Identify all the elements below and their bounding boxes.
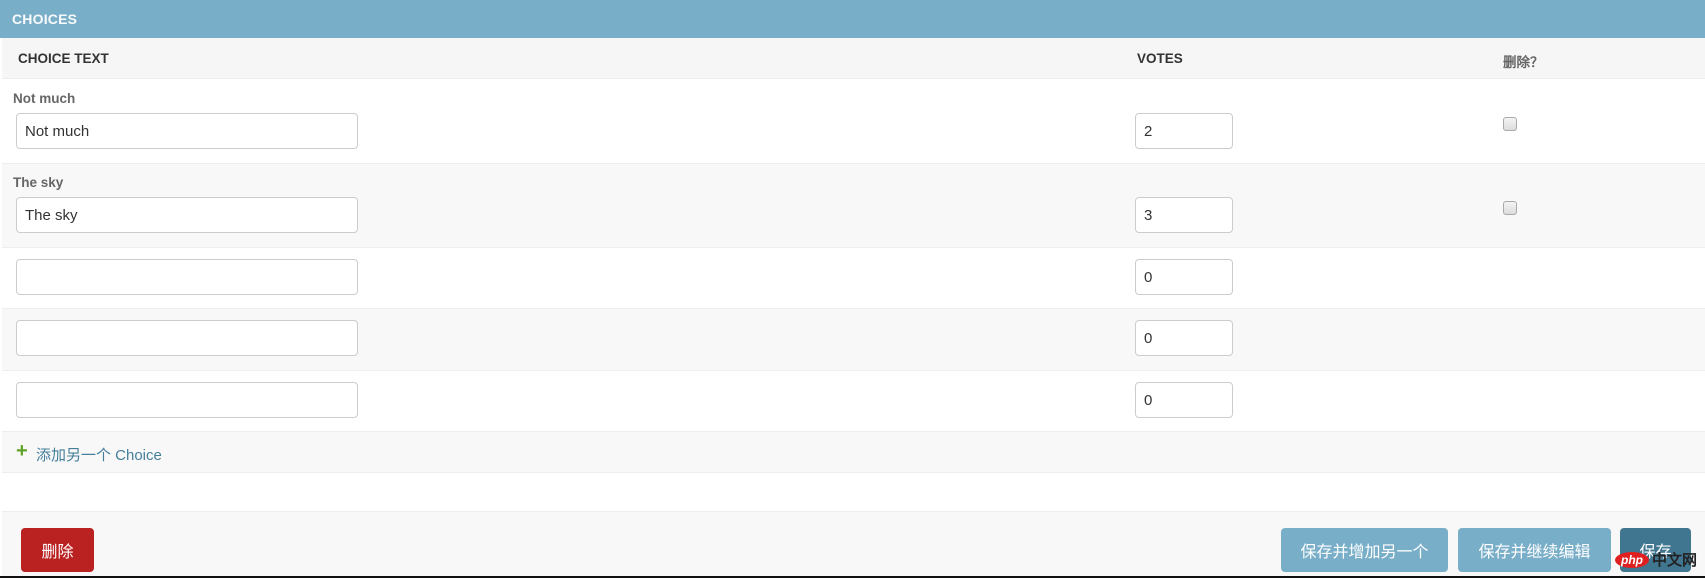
submit-row: 删除 保存并增加另一个 保存并继续编辑 保存 <box>2 511 1705 578</box>
column-header-delete: 删除？ <box>1503 55 1544 70</box>
choice-text-input[interactable] <box>16 113 358 149</box>
table-row <box>2 309 1705 371</box>
column-header-votes: VOTES <box>1137 51 1183 66</box>
watermark-logo: php 中文网 <box>1615 549 1697 570</box>
choice-text-input[interactable] <box>16 197 358 233</box>
column-header-choice-text: CHOICE TEXT <box>18 51 109 66</box>
choice-text-input[interactable] <box>16 259 358 295</box>
table-row <box>2 371 1705 432</box>
votes-input[interactable] <box>1135 320 1233 356</box>
row-label: Not much <box>13 91 76 106</box>
row-label: The sky <box>13 175 64 190</box>
table-row: The sky <box>2 164 1705 248</box>
table-row <box>2 248 1705 309</box>
votes-input[interactable] <box>1135 259 1233 295</box>
save-and-add-another-button[interactable]: 保存并增加另一个 <box>1281 528 1448 572</box>
inline-module-header: CHOICES <box>0 0 1705 38</box>
votes-input[interactable] <box>1135 382 1233 418</box>
votes-input[interactable] <box>1135 197 1233 233</box>
table-header-row: CHOICE TEXT VOTES 删除？ <box>2 38 1705 79</box>
delete-checkbox[interactable] <box>1503 201 1517 215</box>
watermark-php: php <box>1615 551 1649 568</box>
delete-checkbox[interactable] <box>1503 117 1517 131</box>
module-title: CHOICES <box>12 11 78 27</box>
plus-icon: + <box>16 440 28 462</box>
add-another-choice-link[interactable]: 添加另一个 Choice <box>36 444 162 465</box>
choice-text-input[interactable] <box>16 320 358 356</box>
votes-input[interactable] <box>1135 113 1233 149</box>
watermark-site: 中文网 <box>1652 552 1698 569</box>
choice-text-input[interactable] <box>16 382 358 418</box>
delete-button[interactable]: 删除 <box>21 528 94 572</box>
add-another-row: + 添加另一个 Choice <box>2 432 1705 473</box>
table-row: Not much <box>2 79 1705 164</box>
save-and-continue-button[interactable]: 保存并继续编辑 <box>1458 528 1611 572</box>
